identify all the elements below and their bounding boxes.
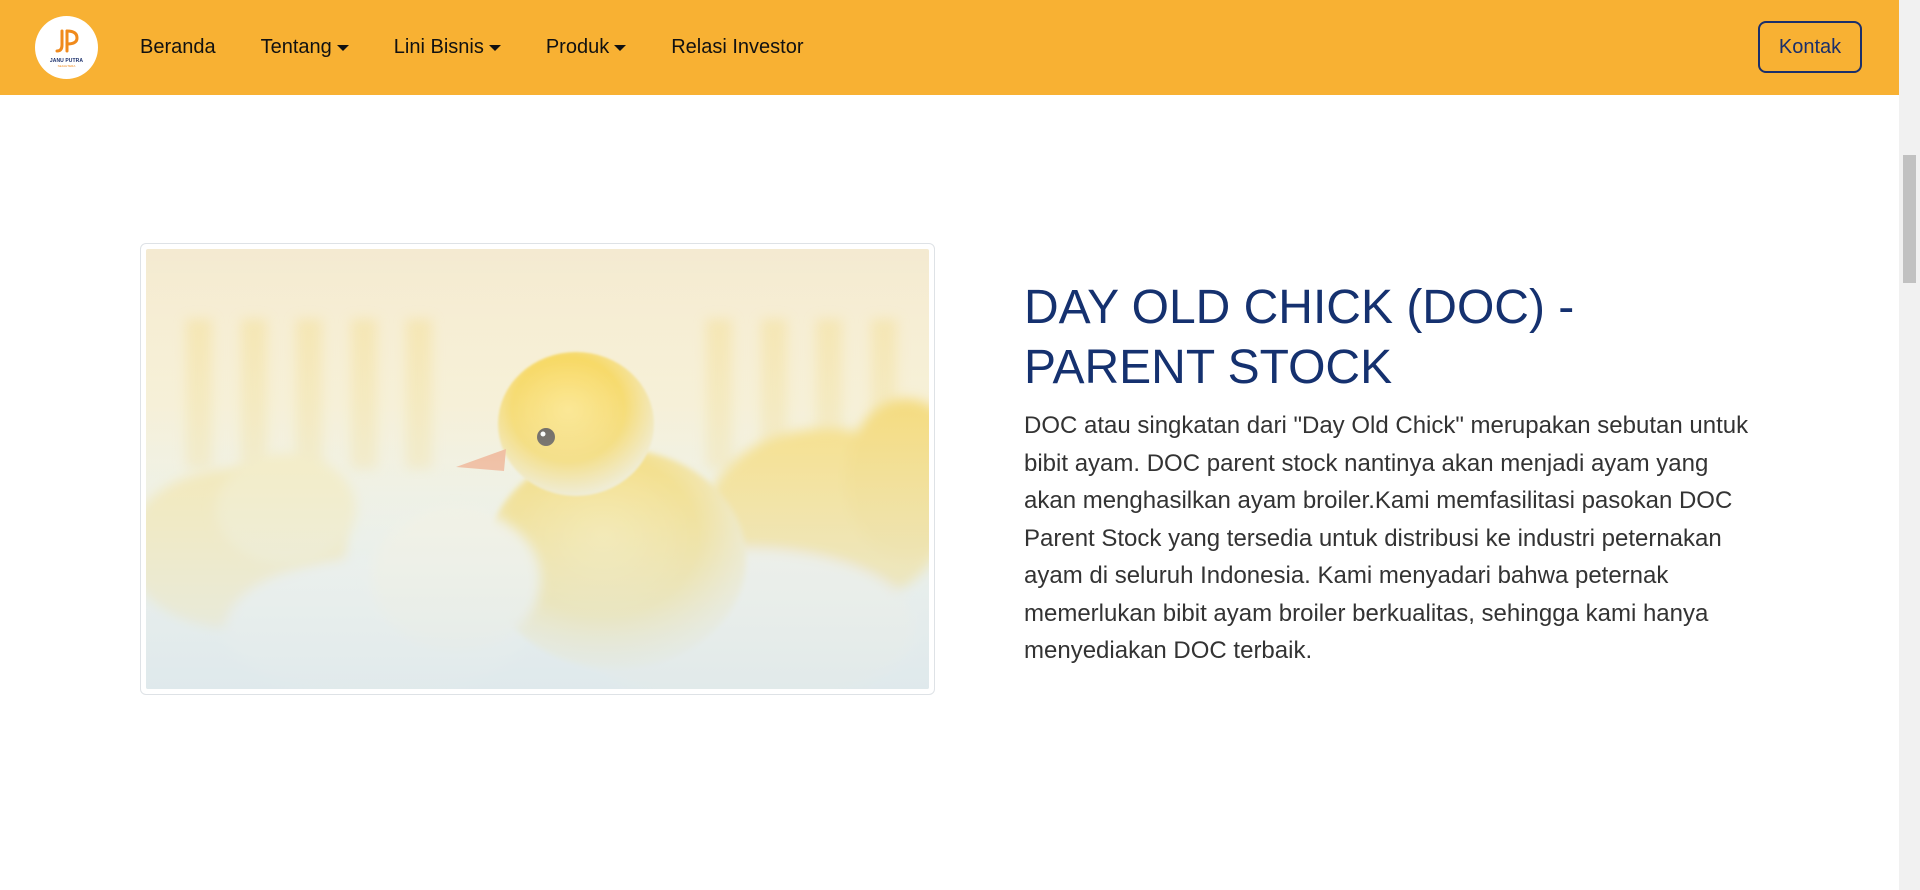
- nav-item-lini-bisnis[interactable]: Lini Bisnis: [394, 36, 501, 59]
- nav-menu: Beranda Tentang Lini Bisnis Produk Relas…: [140, 0, 849, 95]
- nav-item-label: Tentang: [260, 36, 332, 58]
- chick-image: [146, 249, 929, 689]
- nav-item-relasi-investor[interactable]: Relasi Investor: [671, 36, 803, 59]
- nav-item-beranda[interactable]: Beranda: [140, 36, 216, 59]
- product-image-card: [140, 243, 935, 695]
- logo-subtitle: SEJAHTERA: [57, 64, 76, 68]
- janu-putra-logo-icon: [55, 29, 79, 53]
- caret-down-icon: [614, 44, 627, 51]
- nav-item-label: Produk: [545, 36, 610, 58]
- nav-item-produk[interactable]: Produk: [545, 36, 627, 59]
- page-scrollbar[interactable]: [1899, 0, 1920, 890]
- logo[interactable]: JANU PUTRA SEJAHTERA: [35, 16, 98, 79]
- caret-down-icon: [488, 44, 501, 51]
- navbar: JANU PUTRA SEJAHTERA Beranda Tentang Lin…: [0, 0, 1899, 95]
- product-title: DAY OLD CHICK (DOC) - PARENT STOCK: [1024, 281, 1575, 394]
- nav-item-label: Beranda: [140, 36, 216, 58]
- contact-button[interactable]: Kontak: [1758, 21, 1862, 73]
- nav-item-tentang[interactable]: Tentang: [261, 36, 349, 59]
- product-description: DOC atau singkatan dari "Day Old Chick" …: [1024, 412, 1749, 664]
- nav-item-label: Relasi Investor: [671, 36, 804, 58]
- caret-down-icon: [336, 44, 349, 51]
- scrollbar-thumb[interactable]: [1903, 155, 1916, 283]
- nav-item-label: Lini Bisnis: [393, 36, 484, 58]
